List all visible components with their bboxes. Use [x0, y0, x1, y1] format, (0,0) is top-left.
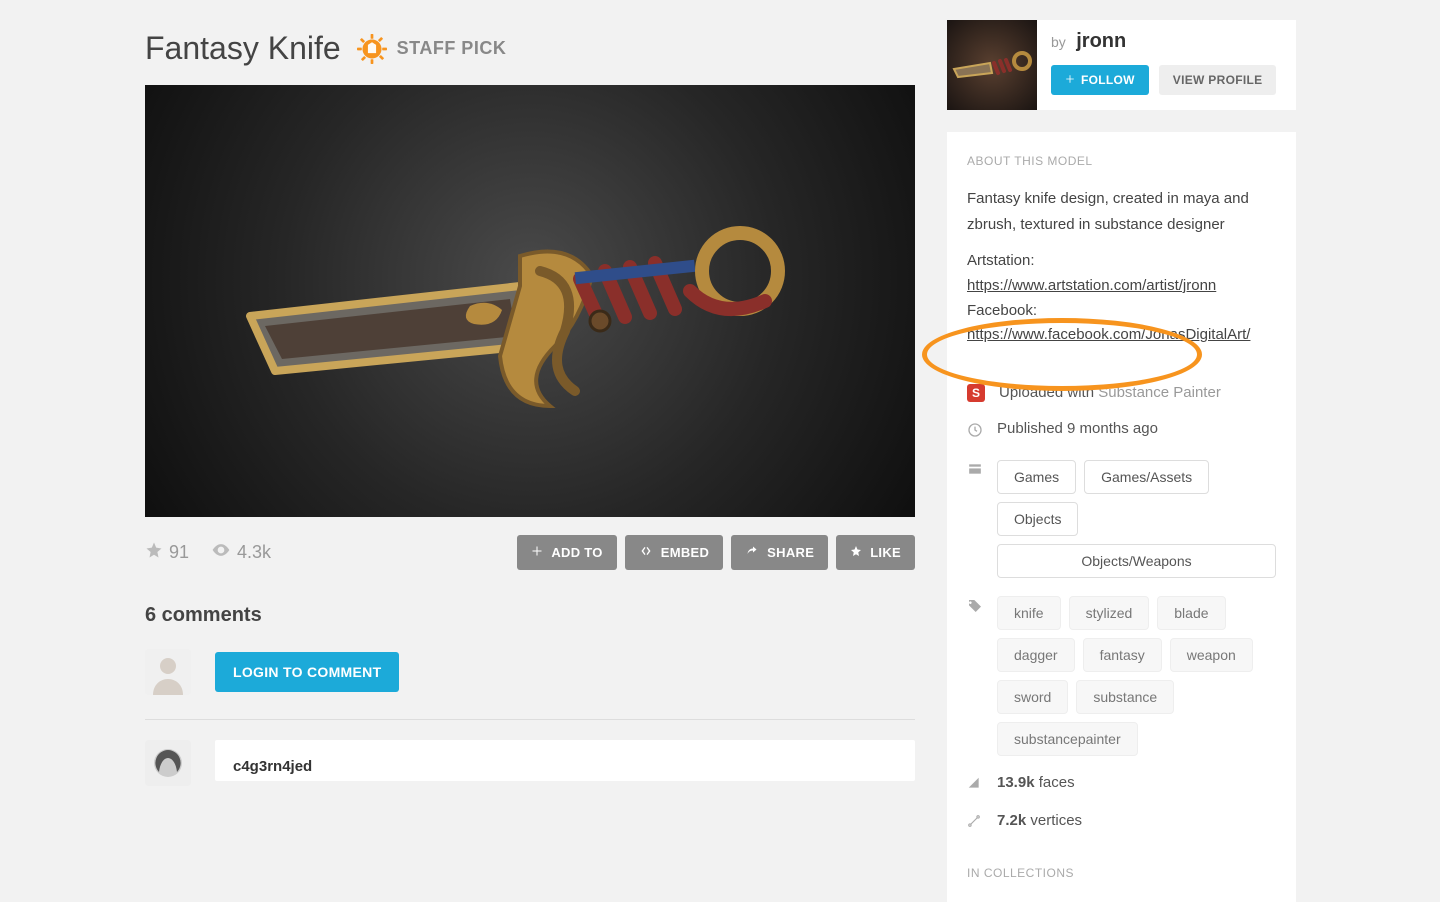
published-label: Published 9 months ago	[997, 420, 1158, 437]
artstation-label: Artstation:	[967, 252, 1035, 269]
author-name[interactable]: jronn	[1076, 30, 1126, 52]
faces-row: 13.9k faces	[967, 774, 1276, 794]
tag-chip[interactable]: knife	[997, 596, 1061, 630]
author-thumbnail[interactable]	[947, 20, 1037, 110]
star-icon	[145, 541, 163, 564]
eye-icon	[211, 540, 231, 565]
uploaded-with-row: S Uploaded with Substance Painter	[967, 384, 1276, 402]
category-chip[interactable]: Objects/Weapons	[997, 544, 1276, 578]
published-row: Published 9 months ago	[967, 420, 1276, 442]
category-icon	[967, 462, 983, 480]
share-button[interactable]: SHARE	[731, 535, 828, 570]
tag-icon	[967, 598, 983, 618]
about-title: ABOUT THIS MODEL	[967, 154, 1276, 168]
category-chip[interactable]: Objects	[997, 502, 1078, 536]
faces-count: 13.9k	[997, 774, 1035, 791]
model-description: Fantasy knife design, created in maya an…	[967, 186, 1276, 237]
plus-icon	[1065, 73, 1075, 87]
tag-chip[interactable]: weapon	[1170, 638, 1253, 672]
staff-pick-label: STAFF PICK	[397, 38, 507, 59]
by-label: by	[1051, 34, 1066, 50]
comment-body: c4g3rn4jed	[215, 740, 915, 781]
substance-icon: S	[967, 384, 985, 402]
current-user-avatar	[145, 649, 191, 695]
like-count-value: 91	[169, 542, 189, 563]
artstation-link[interactable]: https://www.artstation.com/artist/jronn	[967, 277, 1216, 294]
like-count: 91	[145, 541, 189, 564]
plus-icon	[531, 545, 543, 560]
category-chip[interactable]: Games/Assets	[1084, 460, 1209, 494]
like-button[interactable]: LIKE	[836, 535, 915, 570]
share-label: SHARE	[767, 545, 814, 560]
faces-label: faces	[1039, 774, 1075, 791]
vertices-icon	[967, 814, 983, 832]
embed-button[interactable]: EMBED	[625, 535, 723, 570]
tags-row: knifestylizedblade daggerfantasyweapon swo…	[967, 596, 1276, 756]
embed-label: EMBED	[661, 545, 709, 560]
follow-label: FOLLOW	[1081, 73, 1135, 87]
facebook-label: Facebook:	[967, 302, 1037, 319]
tag-chip[interactable]: blade	[1157, 596, 1225, 630]
facebook-link[interactable]: https://www.facebook.com/JonasDigitalArt…	[967, 326, 1250, 343]
faces-icon	[967, 776, 983, 794]
add-to-label: ADD TO	[551, 545, 602, 560]
tag-chip[interactable]: substancepainter	[997, 722, 1138, 756]
comments-heading: 6 comments	[145, 604, 915, 627]
follow-button[interactable]: FOLLOW	[1051, 65, 1149, 95]
tag-chip[interactable]: sword	[997, 680, 1068, 714]
comment-username[interactable]: c4g3rn4jed	[233, 758, 897, 775]
vertices-count: 7.2k	[997, 812, 1026, 829]
author-card: by jronn FOLLOW VIEW PROFILE	[947, 20, 1296, 110]
tag-chip[interactable]: stylized	[1069, 596, 1150, 630]
facebook-line: Facebook: https://www.facebook.com/Jonas…	[967, 299, 1276, 349]
login-to-comment-button[interactable]: LOGIN TO COMMENT	[215, 652, 399, 692]
view-profile-button[interactable]: VIEW PROFILE	[1159, 65, 1277, 95]
action-bar: ADD TO EMBED SHARE LIKE	[517, 535, 915, 570]
clock-icon	[967, 422, 983, 442]
category-chip[interactable]: Games	[997, 460, 1076, 494]
knife-render	[220, 171, 840, 431]
staff-pick-badge: STAFF PICK	[355, 32, 507, 66]
collections-title: IN COLLECTIONS	[967, 866, 1276, 880]
about-card: ABOUT THIS MODEL Fantasy knife design, c…	[947, 132, 1296, 902]
view-count: 4.3k	[211, 540, 271, 565]
tag-chip[interactable]: fantasy	[1083, 638, 1162, 672]
share-icon	[745, 545, 759, 560]
code-icon	[639, 545, 653, 560]
tag-chip[interactable]: dagger	[997, 638, 1075, 672]
add-to-button[interactable]: ADD TO	[517, 535, 616, 570]
artstation-line: Artstation: https://www.artstation.com/a…	[967, 249, 1276, 299]
uploaded-with-label: Uploaded with	[999, 384, 1094, 401]
like-label: LIKE	[870, 545, 901, 560]
uploaded-with-tool[interactable]: Substance Painter	[1098, 384, 1221, 401]
comment-row: c4g3rn4jed	[145, 740, 915, 786]
page-title: Fantasy Knife	[145, 30, 341, 67]
vertices-label: vertices	[1030, 812, 1082, 829]
vertices-row: 7.2k vertices	[967, 812, 1276, 832]
divider	[145, 719, 915, 720]
view-count-value: 4.3k	[237, 542, 271, 563]
title-row: Fantasy Knife	[145, 30, 915, 67]
model-viewer[interactable]	[145, 85, 915, 517]
categories-row: GamesGames/AssetsObjects Objects/Weapons	[967, 460, 1276, 578]
tag-chip[interactable]: substance	[1076, 680, 1174, 714]
staff-pick-icon	[355, 32, 389, 66]
star-icon	[850, 545, 862, 560]
commenter-avatar	[145, 740, 191, 786]
